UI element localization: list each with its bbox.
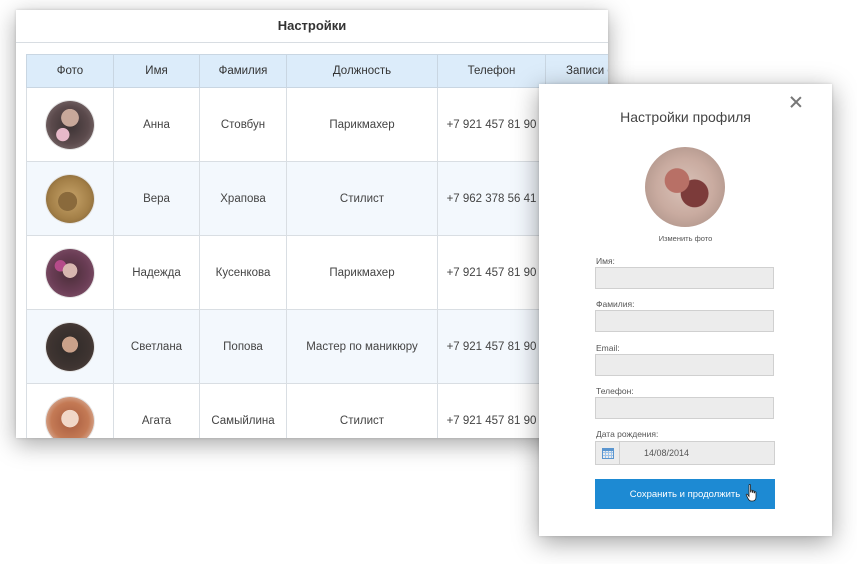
column-header-last-name[interactable]: Фамилия bbox=[199, 54, 287, 88]
table-row[interactable]: Анна Стовбун Парикмахер +7 921 457 81 90 bbox=[26, 87, 608, 162]
calendar-button[interactable] bbox=[596, 442, 620, 464]
photo-cell bbox=[26, 309, 114, 384]
photo-cell bbox=[26, 235, 114, 310]
last-name-cell: Стовбун bbox=[199, 87, 287, 162]
last-name-cell: Храпова bbox=[199, 161, 287, 236]
column-header-phone[interactable]: Телефон bbox=[437, 54, 546, 88]
position-cell: Стилист bbox=[286, 161, 438, 236]
change-photo-link[interactable]: Изменить фото bbox=[539, 234, 832, 243]
photo-cell bbox=[26, 161, 114, 236]
photo-cell bbox=[26, 383, 114, 438]
table-row[interactable]: Надежда Кусенкова Парикмахер +7 921 457 … bbox=[26, 235, 608, 310]
first-name-cell: Вера bbox=[113, 161, 200, 236]
calendar-icon bbox=[601, 447, 614, 459]
close-icon[interactable] bbox=[788, 94, 804, 110]
avatar bbox=[46, 174, 94, 223]
avatar bbox=[46, 100, 94, 149]
avatar bbox=[46, 248, 94, 297]
avatar bbox=[46, 396, 94, 438]
first-name-cell: Светлана bbox=[113, 309, 200, 384]
email-field[interactable] bbox=[595, 354, 774, 376]
table-row[interactable]: Агата Самыйлина Стилист +7 921 457 81 90 bbox=[26, 383, 608, 438]
phone-cell: +7 921 457 81 90 bbox=[437, 309, 546, 384]
last-name-field[interactable] bbox=[595, 310, 774, 332]
position-cell: Стилист bbox=[286, 383, 438, 438]
first-name-cell: Надежда bbox=[113, 235, 200, 310]
table-row[interactable]: Светлана Попова Мастер по маникюру +7 92… bbox=[26, 309, 608, 384]
last-name-cell: Кусенкова bbox=[199, 235, 287, 310]
profile-settings-modal: Настройки профиля Изменить фото Имя: Фам… bbox=[539, 84, 832, 536]
position-cell: Парикмахер bbox=[286, 87, 438, 162]
birth-date-field[interactable]: 14/08/2014 bbox=[595, 441, 775, 465]
phone-cell: +7 921 457 81 90 bbox=[437, 235, 546, 310]
birth-date-value: 14/08/2014 bbox=[644, 448, 690, 458]
hand-cursor-icon bbox=[745, 484, 757, 502]
phone-cell: +7 962 378 56 41 bbox=[437, 161, 546, 236]
staff-table-container: Фото Имя Фамилия Должность Телефон Запис… bbox=[26, 54, 608, 438]
photo-cell bbox=[26, 87, 114, 162]
column-header-photo[interactable]: Фото bbox=[26, 54, 114, 88]
first-name-field[interactable] bbox=[595, 267, 774, 289]
phone-cell: +7 921 457 81 90 bbox=[437, 383, 546, 438]
position-cell: Парикмахер bbox=[286, 235, 438, 310]
first-name-label: Имя: bbox=[596, 256, 615, 266]
table-row[interactable]: Вера Храпова Стилист +7 962 378 56 41 bbox=[26, 161, 608, 236]
first-name-cell: Агата bbox=[113, 383, 200, 438]
staff-table: Фото Имя Фамилия Должность Телефон Запис… bbox=[26, 54, 608, 438]
column-header-bookings[interactable]: Записи о bbox=[545, 54, 608, 88]
column-header-position[interactable]: Должность bbox=[286, 54, 438, 88]
avatar bbox=[46, 322, 94, 371]
email-label: Email: bbox=[596, 343, 620, 353]
last-name-label: Фамилия: bbox=[596, 299, 635, 309]
settings-title: Настройки bbox=[16, 10, 608, 43]
last-name-cell: Попова bbox=[199, 309, 287, 384]
modal-title: Настройки профиля bbox=[620, 109, 751, 125]
last-name-cell: Самыйлина bbox=[199, 383, 287, 438]
table-header-row: Фото Имя Фамилия Должность Телефон Запис… bbox=[26, 54, 608, 88]
phone-field[interactable] bbox=[595, 397, 774, 419]
phone-cell: +7 921 457 81 90 bbox=[437, 87, 546, 162]
birth-date-label: Дата рождения: bbox=[596, 429, 659, 439]
profile-photo[interactable] bbox=[645, 147, 725, 227]
settings-panel: Настройки Фото Имя Фамилия Должность Тел… bbox=[16, 10, 608, 438]
first-name-cell: Анна bbox=[113, 87, 200, 162]
position-cell: Мастер по маникюру bbox=[286, 309, 438, 384]
phone-label: Телефон: bbox=[596, 386, 634, 396]
column-header-first-name[interactable]: Имя bbox=[113, 54, 200, 88]
